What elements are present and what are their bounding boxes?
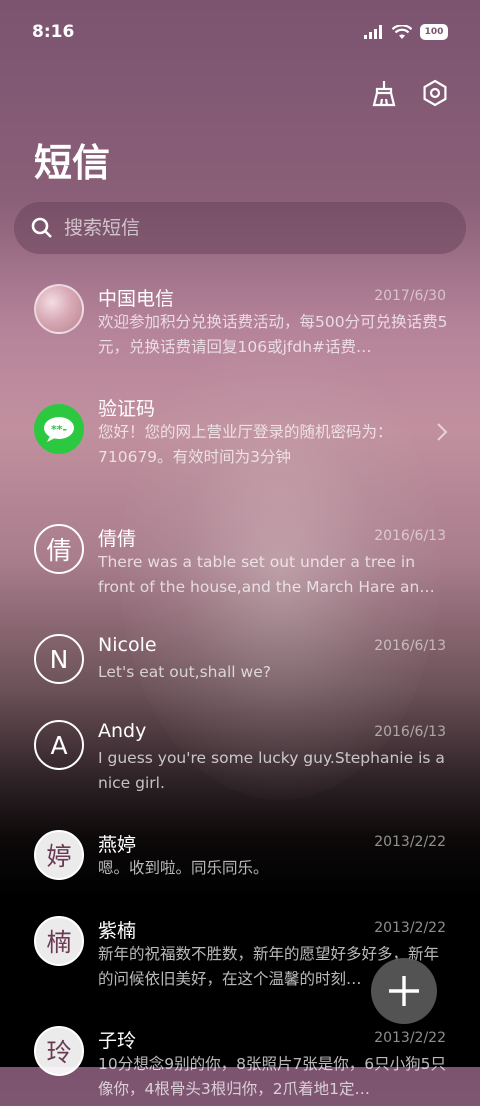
message-item[interactable]: 倩 倩倩 2016/6/13 There was a table set out…: [0, 494, 480, 604]
avatar-text: **-: [51, 423, 67, 436]
contact-name: 紫楠: [98, 920, 137, 942]
avatar: 楠: [34, 916, 84, 966]
message-date: 2016/6/13: [374, 724, 446, 740]
avatar: [34, 284, 84, 334]
message-date: 2013/2/22: [374, 1030, 446, 1046]
contact-name: 子玲: [98, 1030, 137, 1052]
broom-icon[interactable]: [366, 76, 400, 110]
avatar: **-: [34, 404, 84, 454]
message-preview: 您好！您的网上营业厅登录的随机密码为：710679。有效时间为3分钟: [98, 423, 393, 466]
avatar: A: [34, 720, 84, 770]
status-time: 8:16: [32, 22, 75, 42]
status-icons: 100: [364, 24, 448, 40]
avatar: 玲: [34, 1026, 84, 1076]
new-message-button[interactable]: [371, 958, 437, 1024]
message-date: 2017/6/30: [374, 288, 446, 304]
contact-name: 倩倩: [98, 528, 137, 550]
contact-name: Andy: [98, 720, 147, 742]
message-preview: 欢迎参加积分兑换话费活动，每500分可兑换话费5元，兑换话费请回复106或jfd…: [98, 313, 448, 356]
message-preview: 10分想念9别的你，8张照片7张是你，6只小狗5只像你，4根骨头3根归你，2爪着…: [98, 1055, 447, 1098]
search-input[interactable]: [64, 217, 444, 239]
avatar: 倩: [34, 524, 84, 574]
message-item[interactable]: 婷 燕婷 2013/2/22 嗯。收到啦。同乐同乐。: [0, 800, 480, 886]
wifi-icon: [392, 24, 412, 39]
contact-name: 燕婷: [98, 834, 137, 856]
message-item[interactable]: A Andy 2016/6/13 I guess you're some luc…: [0, 690, 480, 800]
search-bar[interactable]: [14, 202, 466, 254]
top-actions: [366, 76, 452, 110]
plus-icon: [389, 976, 419, 1006]
chat-bubble-icon: **-: [44, 417, 74, 442]
contact-name: 验证码: [98, 398, 156, 420]
gear-icon[interactable]: [418, 76, 452, 110]
message-date: 2013/2/22: [374, 920, 446, 936]
chevron-right-icon: [437, 423, 448, 441]
message-item[interactable]: **- 验证码 您好！您的网上营业厅登录的随机密码为：710679。有效时间为3…: [0, 384, 480, 494]
message-date: 2016/6/13: [374, 638, 446, 654]
message-date: 2013/2/22: [374, 834, 446, 850]
page-title: 短信: [34, 141, 111, 185]
message-preview: I guess you're some lucky guy.Stephanie …: [98, 749, 445, 792]
contact-name: Nicole: [98, 634, 157, 656]
message-preview: There was a table set out under a tree i…: [98, 553, 435, 596]
avatar: N: [34, 634, 84, 684]
message-item[interactable]: 中国电信 2017/6/30 欢迎参加积分兑换话费活动，每500分可兑换话费5元…: [0, 274, 480, 384]
battery-icon: 100: [420, 24, 448, 40]
avatar: 婷: [34, 830, 84, 880]
contact-name: 中国电信: [98, 288, 175, 310]
search-icon: [31, 217, 52, 238]
message-date: 2016/6/13: [374, 528, 446, 544]
message-item[interactable]: N Nicole 2016/6/13 Let's eat out,shall w…: [0, 604, 480, 690]
signal-icon: [364, 25, 382, 39]
status-bar: 8:16 100: [0, 0, 480, 64]
